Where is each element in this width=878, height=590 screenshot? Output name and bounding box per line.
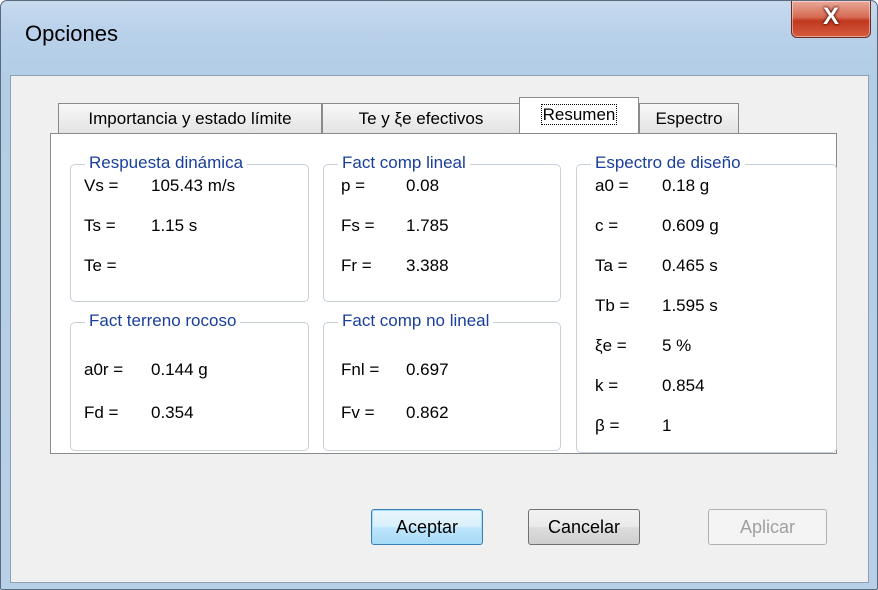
row-k: k = 0.854 [595,376,705,395]
group-legend: Respuesta dinámica [85,153,248,173]
aplicar-button[interactable]: Aplicar [708,509,827,545]
row-a0: a0 = 0.18 g [595,176,710,195]
row-ta: Ta = 0.465 s [595,256,718,275]
group-espectro-diseno: Espectro de diseño a0 = 0.18 g c = 0.609 g… [576,153,837,453]
row-ts: Ts = 1.15 s [84,216,198,235]
row-xi-e: ξe = 5 % [595,336,692,355]
title-bar[interactable]: Opciones X [1,1,877,75]
row-fv: Fv = 0.862 [341,403,449,422]
row-te: Te = [84,256,117,275]
tab-importancia[interactable]: Importancia y estado límite [58,103,322,133]
tab-espectro[interactable]: Espectro [639,103,739,133]
group-fact-terreno-rocoso: Fact terreno rocoso a0r = 0.144 g Fd = 0.3… [70,311,309,451]
window-title: Opciones [25,21,118,46]
tab-resumen[interactable]: Resumen [519,97,639,133]
row-fr: Fr = 3.388 [341,256,449,275]
group-fact-comp-lineal: Fact comp lineal p = 0.08 Fs = 1.785 Fr = 3… [323,153,561,302]
tab-te-efectivos[interactable]: Te y ξe efectivos [322,103,520,133]
dialog-client-area: Importancia y estado límite Te y ξe efec… [10,75,869,583]
resumen-panel: Respuesta dinámica Vs = 105.43 m/s Ts = 1.… [50,133,837,454]
row-a0r: a0r = 0.144 g [84,360,208,379]
row-fs: Fs = 1.785 [341,216,449,235]
cancelar-button[interactable]: Cancelar [528,509,640,545]
group-fact-comp-no-lineal: Fact comp no lineal Fnl = 0.697 Fv = 0.862 [323,311,561,451]
group-legend: Espectro de diseño [591,153,745,173]
group-legend: Fact comp lineal [338,153,470,173]
close-icon: X [822,3,839,30]
row-fnl: Fnl = 0.697 [341,360,449,379]
group-legend: Fact terreno rocoso [85,311,241,331]
close-button[interactable]: X [791,1,871,38]
group-legend: Fact comp no lineal [338,311,494,331]
row-p: p = 0.08 [341,176,440,195]
options-dialog: Opciones X Importancia y estado límite T… [0,0,878,590]
group-respuesta-dinamica: Respuesta dinámica Vs = 105.43 m/s Ts = 1.… [70,153,309,302]
aceptar-button[interactable]: Aceptar [371,509,483,545]
row-c: c = 0.609 g [595,216,719,235]
row-beta: β = 1 [595,416,672,435]
row-vs: Vs = 105.43 m/s [84,176,236,195]
row-fd: Fd = 0.354 [84,403,194,422]
row-tb: Tb = 1.595 s [595,296,718,315]
